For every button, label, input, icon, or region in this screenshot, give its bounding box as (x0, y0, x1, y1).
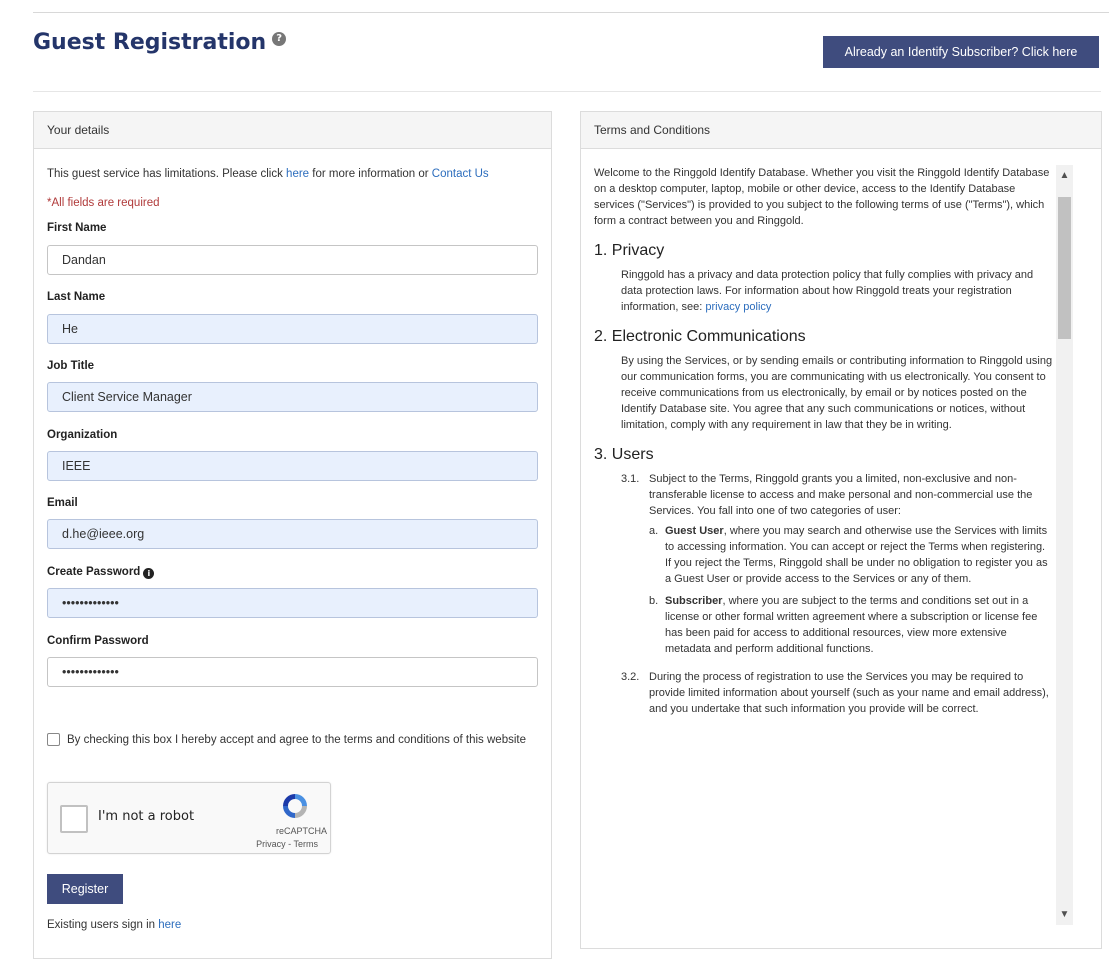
create-password-input[interactable] (47, 588, 538, 618)
contact-us-link[interactable]: Contact Us (432, 168, 489, 180)
accept-terms-label[interactable]: By checking this box I hereby accept and… (67, 731, 537, 749)
signin-text: Existing users sign in (47, 919, 159, 931)
subscriber-text: Subscriber, where you are subject to the… (665, 593, 1054, 657)
create-password-label: Create Password i (47, 566, 155, 579)
terms-clause-3-2: 3.2. During the process of registration … (594, 669, 1054, 717)
terms-section-privacy-body: Ringgold has a privacy and data protecti… (594, 267, 1054, 315)
guest-user-text: Guest User, where you may search and oth… (665, 523, 1054, 587)
your-details-panel: Your details This guest service has limi… (33, 111, 552, 959)
list-marker: b. (649, 595, 659, 607)
page-title: Guest Registration? (33, 30, 287, 55)
your-details-header: Your details (34, 112, 551, 149)
create-password-label-text: Create Password (47, 566, 141, 578)
guest-user-term: Guest User (665, 525, 724, 537)
job-title-label: Job Title (47, 360, 95, 372)
first-name-input[interactable] (47, 245, 538, 275)
signin-here-link[interactable]: here (158, 919, 181, 931)
recaptcha-privacy-terms-links[interactable]: Privacy - Terms (256, 839, 318, 849)
required-fields-note: *All fields are required (47, 197, 160, 209)
subscriber-term: Subscriber (665, 595, 723, 607)
clause-number: 3.2. (621, 671, 640, 683)
email-label: Email (47, 497, 78, 509)
accept-terms-checkbox[interactable] (47, 733, 60, 746)
user-type-guest: a. Guest User, where you may search and … (649, 523, 1054, 587)
organization-label: Organization (47, 429, 118, 441)
register-button[interactable]: Register (47, 874, 123, 904)
terms-section-privacy-title: 1. Privacy (594, 242, 665, 259)
notice-text: This guest service has limitations. Plea… (47, 168, 287, 180)
recaptcha-label: I'm not a robot (98, 809, 195, 824)
last-name-label: Last Name (47, 291, 106, 303)
confirm-password-input[interactable] (47, 657, 538, 687)
notice-text-middle: for more information or (309, 168, 432, 180)
first-name-label: First Name (47, 222, 107, 234)
limitations-notice: This guest service has limitations. Plea… (47, 168, 489, 180)
job-title-input[interactable] (47, 382, 538, 412)
privacy-policy-link[interactable]: privacy policy (705, 301, 771, 313)
clause-3-1-text: Subject to the Terms, Ringgold grants yo… (649, 473, 1033, 517)
more-info-link[interactable]: here (286, 168, 309, 180)
title-divider (33, 91, 1101, 92)
recaptcha-checkbox[interactable] (60, 805, 88, 833)
organization-input[interactable] (47, 451, 538, 481)
email-input[interactable] (47, 519, 538, 549)
list-marker: a. (649, 525, 659, 537)
confirm-password-label: Confirm Password (47, 635, 149, 647)
scroll-up-arrow-icon[interactable]: ▲ (1058, 169, 1071, 182)
terms-section-communications-body: By using the Services, or by sending ema… (621, 355, 1053, 431)
recaptcha-brand: reCAPTCHA (275, 826, 327, 836)
clause-number: 3.1. (621, 473, 640, 485)
info-circle-icon[interactable]: i (143, 568, 155, 579)
scrollbar-thumb[interactable] (1058, 197, 1071, 339)
page-title-text: Guest Registration (33, 30, 267, 55)
scroll-down-arrow-icon[interactable]: ▼ (1058, 908, 1071, 921)
terms-panel: Terms and Conditions Welcome to the Ring… (580, 111, 1102, 949)
recaptcha-widget: I'm not a robot reCAPTCHA Privacy - Term… (47, 782, 331, 854)
clause-3-2-text: During the process of registration to us… (649, 671, 1049, 715)
terms-scrollbar[interactable]: ▲ ▼ (1056, 165, 1073, 925)
top-divider (33, 12, 1109, 13)
terms-intro: Welcome to the Ringgold Identify Databas… (594, 167, 1050, 227)
terms-section-communications-title: 2. Electronic Communications (594, 328, 806, 345)
clause-content: Subject to the Terms, Ringgold grants yo… (649, 471, 1054, 663)
terms-clause-3-1: 3.1. Subject to the Terms, Ringgold gran… (594, 471, 1054, 663)
privacy-text: Ringgold has a privacy and data protecti… (621, 269, 1034, 313)
terms-header: Terms and Conditions (581, 112, 1101, 149)
terms-section-users-title: 3. Users (594, 446, 654, 463)
last-name-input[interactable] (47, 314, 538, 344)
question-circle-icon[interactable]: ? (272, 32, 287, 46)
recaptcha-logo-icon (283, 794, 307, 818)
subscriber-login-button[interactable]: Already an Identify Subscriber? Click he… (823, 36, 1099, 68)
terms-scroll-area[interactable]: Welcome to the Ringgold Identify Databas… (594, 165, 1054, 925)
user-type-subscriber: b. Subscriber, where you are subject to … (649, 593, 1054, 657)
existing-users-signin: Existing users sign in here (47, 919, 181, 931)
